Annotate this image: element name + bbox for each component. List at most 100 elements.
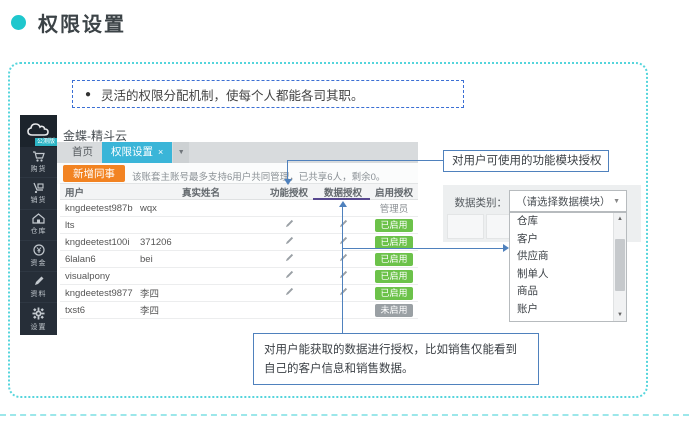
cell-status: 已启用: [370, 287, 418, 300]
arrow-down-icon: [284, 179, 292, 185]
cell-realname: 李四: [135, 303, 262, 317]
status-enabled-button[interactable]: 已启用: [375, 253, 413, 266]
tab-label: 权限设置: [111, 146, 153, 158]
cell-realname: bei: [135, 254, 262, 265]
cell-data-auth: [316, 287, 370, 299]
col-header-enable-auth: 启用授权: [370, 185, 418, 199]
edit-pencil-icon[interactable]: [285, 287, 294, 296]
edit-pencil-icon[interactable]: [339, 236, 348, 245]
col-header-data-auth: 数据授权: [316, 185, 370, 199]
annotation-line2: 自己的客户信息和销售数据。: [264, 360, 538, 379]
cell-realname: 李四: [135, 286, 262, 300]
edit-pencil-icon[interactable]: [285, 270, 294, 279]
scroll-down-icon[interactable]: ▼: [614, 309, 626, 321]
dropdown-option-account[interactable]: 账户: [510, 301, 626, 319]
dropdown-option-warehouse[interactable]: 仓库: [510, 213, 626, 231]
cart-icon: [32, 151, 45, 162]
sidebar-item-materials[interactable]: 资料: [20, 272, 57, 303]
cell-user: kngdeetest987b: [60, 203, 135, 214]
tab-close-icon[interactable]: ×: [158, 147, 163, 157]
func-auth-annotation: 对用户可使用的功能模块授权: [443, 150, 609, 172]
cloud-icon: [27, 122, 50, 137]
cell-status: 已启用: [370, 236, 418, 249]
col-header-user: 用户: [60, 185, 135, 199]
edit-pencil-icon[interactable]: [339, 253, 348, 262]
sidebar-item-warehouse[interactable]: 仓库: [20, 210, 57, 241]
cell-func-auth: [262, 236, 316, 248]
sidebar-item-purchase[interactable]: 购货: [20, 147, 57, 178]
tab-dropdown-caret-icon[interactable]: ▼: [173, 142, 189, 163]
app-logo[interactable]: 公测版: [20, 115, 57, 147]
beta-badge: 公测版: [35, 138, 57, 146]
edit-pencil-icon[interactable]: [285, 236, 294, 245]
screenshot-canvas: 权限设置 ● 灵活的权限分配机制，使每个人都能各司其职。 公测版 购货: [0, 0, 689, 438]
app-main: 金蝶-精斗云 首页 权限设置× ▼ 新增同事 该账套主账号最多支持6用户共同管理…: [57, 115, 418, 330]
status-enabled-button[interactable]: 已启用: [375, 219, 413, 232]
select-value: （请选择数据模块）: [516, 194, 611, 209]
dropdown-option-product[interactable]: 商品: [510, 283, 626, 301]
data-module-dropdown: 仓库 客户 供应商 制单人 商品 账户 ▲ ▼: [509, 212, 627, 322]
status-enabled-button[interactable]: 已启用: [375, 287, 413, 300]
edit-pencil-icon[interactable]: [339, 219, 348, 228]
dropdown-scrollbar[interactable]: ▲ ▼: [613, 213, 626, 321]
dropdown-option-supplier[interactable]: 供应商: [510, 248, 626, 266]
cell-user: txst6: [60, 305, 135, 316]
app-toolbar: 新增同事 该账套主账号最多支持6用户共同管理，已共享6人，剩余0。: [57, 163, 418, 184]
sidebar-item-label: 仓库: [31, 226, 47, 236]
connector-line: [342, 248, 503, 249]
sidebar-item-sales[interactable]: 销货: [20, 178, 57, 209]
table-row: kngdeetest9877 李四 已启用: [60, 285, 418, 302]
edit-pencil-icon[interactable]: [285, 253, 294, 262]
edit-pencil-icon[interactable]: [339, 287, 348, 296]
cell-user: 6lalan6: [60, 254, 135, 265]
gear-icon: [32, 307, 45, 320]
status-enabled-button[interactable]: 已启用: [375, 270, 413, 283]
tab-home[interactable]: 首页: [63, 142, 102, 163]
data-auth-underline: [313, 198, 370, 200]
cell-user: kngdeetest9877: [60, 288, 135, 299]
status-disabled-button[interactable]: 未启用: [375, 304, 413, 317]
cell-status: 已启用: [370, 253, 418, 266]
cell-data-auth: [316, 236, 370, 248]
connector-line: [342, 207, 343, 333]
cell-data-auth: [316, 270, 370, 282]
edit-pencil-icon[interactable]: [339, 270, 348, 279]
sidebar-item-label: 购货: [31, 164, 47, 174]
user-permission-table: 用户 真实姓名 功能授权 数据授权 启用授权 kngdeetest987b wq…: [60, 183, 418, 319]
app-sidebar: 公测版 购货 销货 仓库: [20, 115, 57, 335]
table-row: kngdeetest987b wqx 管理员: [60, 200, 418, 217]
tip-bullet-icon: ●: [85, 89, 91, 100]
tab-permission-settings[interactable]: 权限设置 ×: [102, 142, 172, 163]
cell-status: 未启用: [370, 304, 418, 317]
status-enabled-button[interactable]: 已启用: [375, 236, 413, 249]
annotation-line1: 对用户能获取的数据进行授权，比如销售仅能看到: [264, 341, 538, 360]
dropdown-option-maker[interactable]: 制单人: [510, 266, 626, 284]
sidebar-item-settings[interactable]: 设置: [20, 303, 57, 334]
status-admin-label: 管理员: [370, 201, 418, 215]
cell-realname: wqx: [135, 203, 262, 214]
dropdown-option-customer[interactable]: 客户: [510, 231, 626, 249]
sidebar-item-funds[interactable]: 资金: [20, 241, 57, 272]
table-row: lts 已启用: [60, 217, 418, 234]
cell-func-auth: [262, 287, 316, 299]
scrollbar-thumb[interactable]: [615, 239, 625, 291]
sidebar-item-label: 设置: [31, 322, 47, 332]
bottom-divider: [0, 414, 689, 416]
panel-cell: [447, 214, 484, 239]
cell-data-auth: [316, 253, 370, 265]
pencil-icon: [33, 275, 45, 287]
tip-text: 灵活的权限分配机制，使每个人都能各司其职。: [101, 85, 364, 104]
connector-line: [287, 160, 288, 179]
scroll-up-icon[interactable]: ▲: [614, 213, 626, 225]
cell-func-auth: [262, 270, 316, 282]
add-colleague-button[interactable]: 新增同事: [63, 165, 125, 182]
edit-pencil-icon[interactable]: [285, 219, 294, 228]
data-auth-annotation: 对用户能获取的数据进行授权，比如销售仅能看到 自己的客户信息和销售数据。: [253, 333, 539, 385]
cell-user: visualpony: [60, 271, 135, 282]
cell-status: 已启用: [370, 270, 418, 283]
col-header-func-auth: 功能授权: [262, 185, 316, 199]
table-row: 6lalan6 bei 已启用: [60, 251, 418, 268]
page-title: 权限设置: [38, 8, 126, 37]
data-module-select[interactable]: （请选择数据模块） ▼: [509, 190, 627, 212]
quota-note: 该账套主账号最多支持6用户共同管理，已共享6人，剩余0。: [132, 169, 385, 183]
